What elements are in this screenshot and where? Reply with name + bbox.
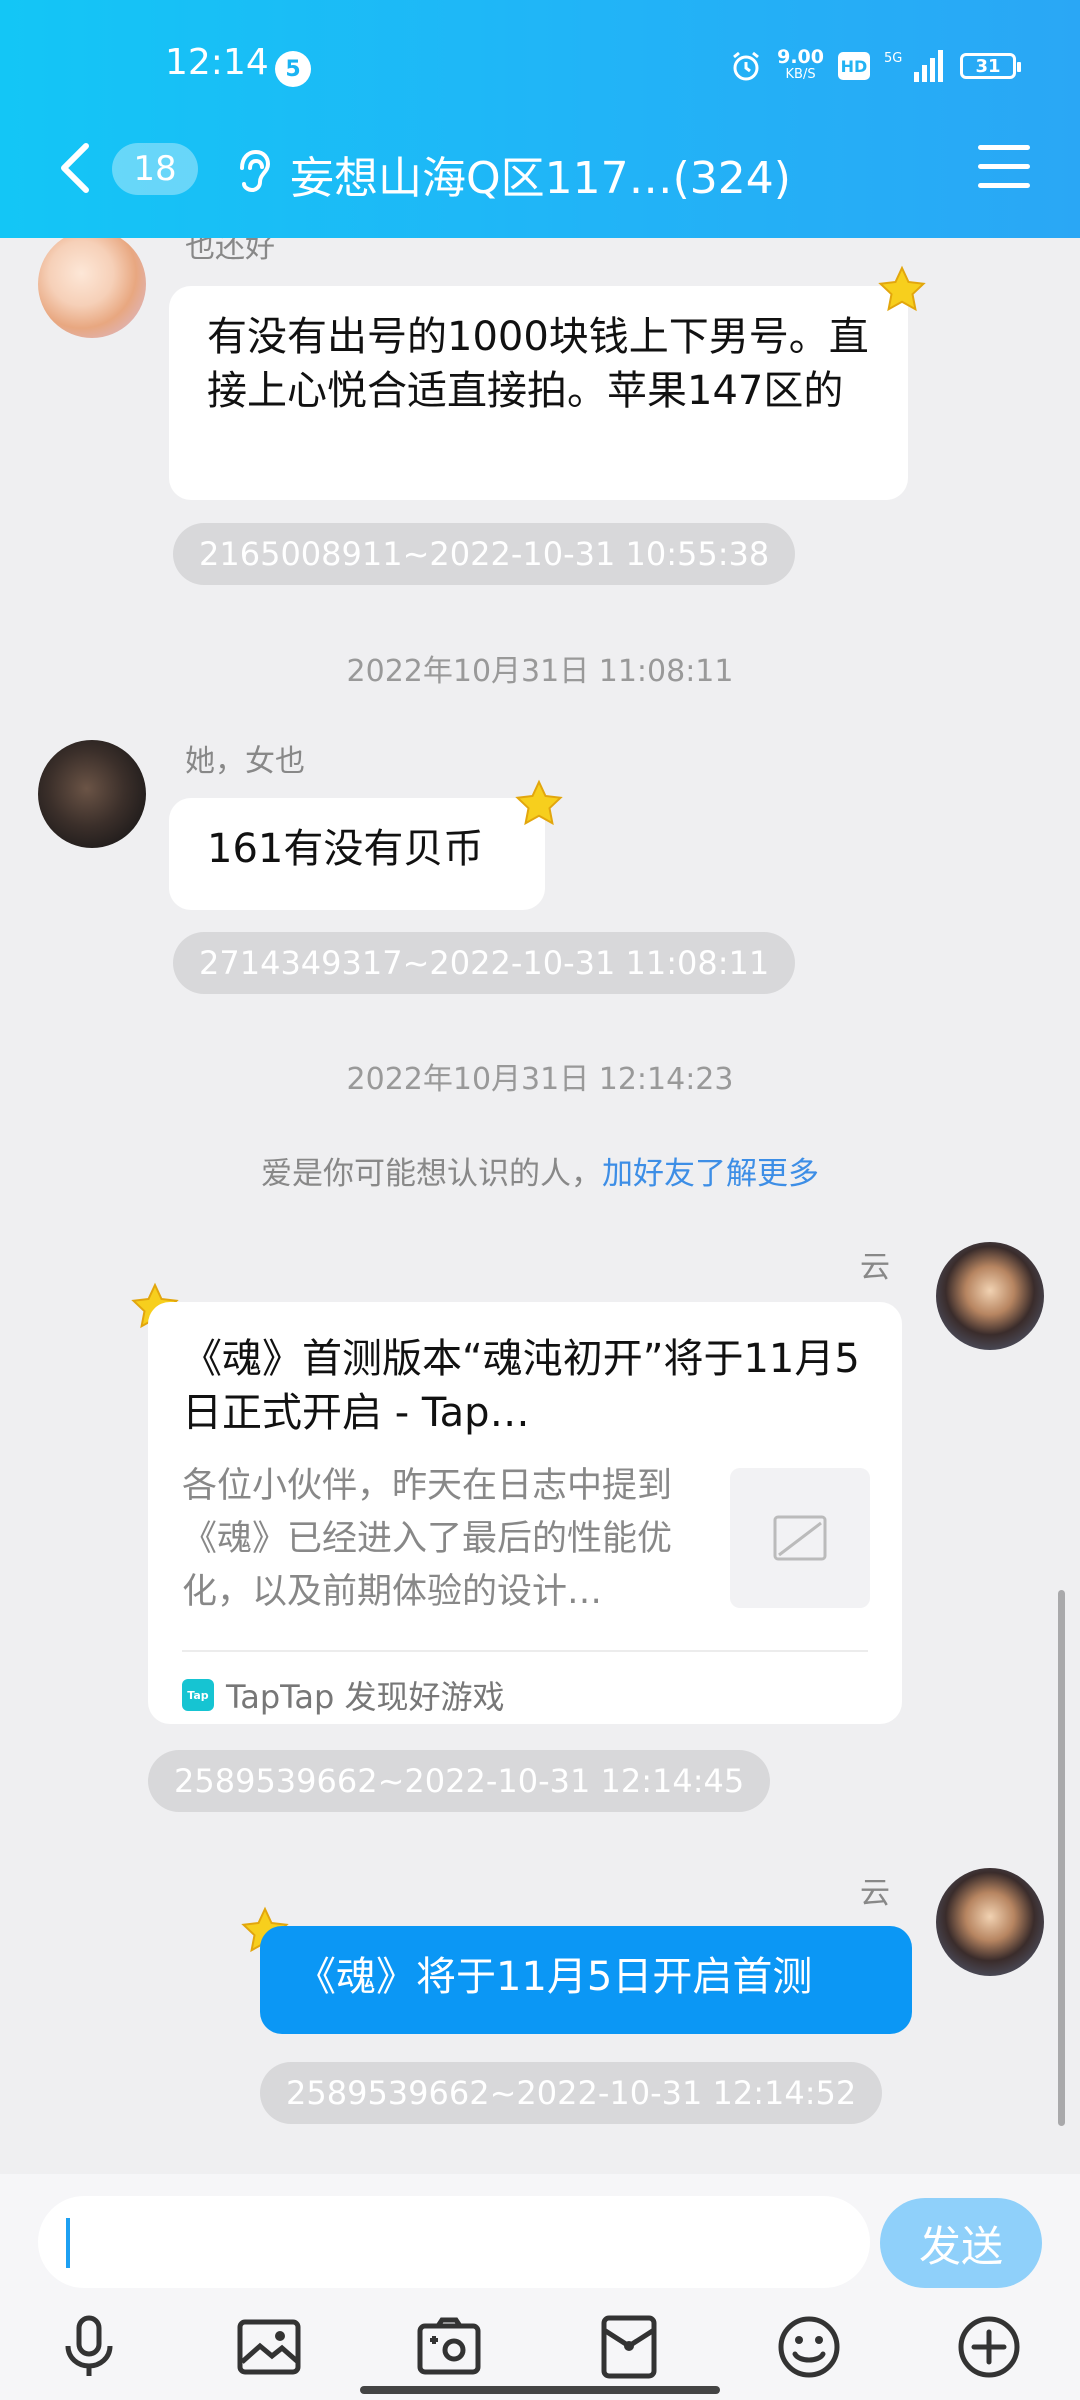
avatar[interactable] — [38, 740, 146, 848]
time-divider: 2022年10月31日 11:08:11 — [346, 654, 734, 689]
divider — [182, 1650, 868, 1652]
sender-name: 她，女也 — [185, 744, 305, 779]
send-button[interactable]: 发送 — [880, 2198, 1042, 2288]
battery-icon: 31 — [960, 53, 1021, 79]
red-packet-icon[interactable] — [594, 2312, 664, 2382]
group-title[interactable]: 妄想山海Q区117…(324) — [290, 142, 791, 206]
avatar[interactable] — [936, 1242, 1044, 1350]
net-speed: 9.00 KB/S — [777, 48, 824, 84]
message-meta: 2589539662~2022-10-31 12:14:45 — [148, 1750, 771, 1812]
share-card[interactable]: 《魂》首测版本“魂沌初开”将于11月5日正式开启 - Tap… 各位小伙伴，昨天… — [148, 1302, 902, 1724]
text-caret — [66, 2218, 70, 2268]
share-card-source-label: TapTap 发现好游戏 — [226, 1678, 505, 1716]
sender-name: 云 — [860, 1250, 890, 1285]
share-card-title: 《魂》首测版本“魂沌初开”将于11月5日正式开启 - Tap… — [182, 1336, 860, 1436]
share-card-source: Tap TapTap 发现好游戏 — [182, 1672, 505, 1718]
ear-icon — [240, 149, 271, 193]
add-friend-link[interactable]: 加好友了解更多 — [602, 1156, 819, 1192]
home-indicator[interactable] — [360, 2386, 720, 2394]
taptap-icon: Tap — [182, 1679, 214, 1711]
star-icon — [515, 779, 563, 826]
message-meta: 2165008911~2022-10-31 10:55:38 — [173, 523, 796, 585]
emoji-icon[interactable] — [774, 2312, 844, 2382]
avatar[interactable] — [936, 1868, 1044, 1976]
image-placeholder-icon — [773, 1515, 827, 1561]
message-bubble[interactable]: 《魂》将于11月5日开启首测 — [260, 1926, 912, 2034]
signal-label: 5G — [884, 51, 902, 66]
microphone-icon[interactable] — [54, 2312, 124, 2382]
chat-header: 12:14 5 9.00 KB/S HD 5G 31 18 妄想山海Q区117…… — [0, 0, 1080, 238]
camera-icon[interactable] — [414, 2312, 484, 2382]
plus-icon[interactable] — [954, 2312, 1024, 2382]
message-bubble[interactable]: 有没有出号的1000块钱上下男号。直接上心悦合适直接拍。苹果147区的 — [169, 286, 908, 500]
menu-line — [978, 183, 1030, 188]
alarm-icon — [733, 51, 760, 81]
message-meta: 2714349317~2022-10-31 11:08:11 — [173, 932, 796, 994]
avatar[interactable] — [38, 238, 146, 338]
system-message-text: 爱是你可能想认识的人， — [261, 1156, 602, 1192]
system-message: 爱是你可能想认识的人，加好友了解更多 — [0, 1148, 1080, 1193]
net-speed-value: 9.00 — [777, 46, 824, 68]
menu-icon[interactable] — [978, 145, 1030, 191]
back-icon[interactable] — [52, 140, 98, 196]
status-time: 12:14 — [165, 42, 269, 83]
message-meta: 2589539662~2022-10-31 12:14:52 — [260, 2062, 883, 2124]
sender-name: 云 — [860, 1876, 890, 1911]
menu-line — [978, 145, 1030, 150]
net-speed-unit: KB/S — [785, 67, 816, 82]
time-divider: 2022年10月31日 12:14:23 — [346, 1062, 734, 1097]
message-bubble[interactable]: 161有没有贝币 — [169, 798, 545, 910]
image-icon[interactable] — [234, 2312, 304, 2382]
message-input[interactable] — [38, 2196, 870, 2288]
notification-count-badge: 5 — [275, 51, 311, 87]
input-bar: 发送 — [0, 2174, 1080, 2400]
unread-count-badge[interactable]: 18 — [112, 143, 198, 195]
hd-badge: HD — [838, 52, 870, 80]
star-icon — [878, 265, 926, 312]
menu-line — [978, 164, 1030, 169]
message-list[interactable]: 也还好 有没有出号的1000块钱上下男号。直接上心悦合适直接拍。苹果147区的 … — [0, 238, 1080, 2174]
share-card-description: 各位小伙伴，昨天在日志中提到《魂》已经进入了最后的性能优化，以及前期体验的设计… — [182, 1466, 673, 1612]
share-card-thumbnail — [730, 1468, 870, 1608]
signal-icon: 5G — [884, 50, 943, 82]
scrollbar[interactable] — [1058, 1590, 1065, 2126]
status-icons: 9.00 KB/S HD 5G 31 — [729, 46, 1021, 86]
sender-name: 也还好 — [185, 238, 275, 265]
